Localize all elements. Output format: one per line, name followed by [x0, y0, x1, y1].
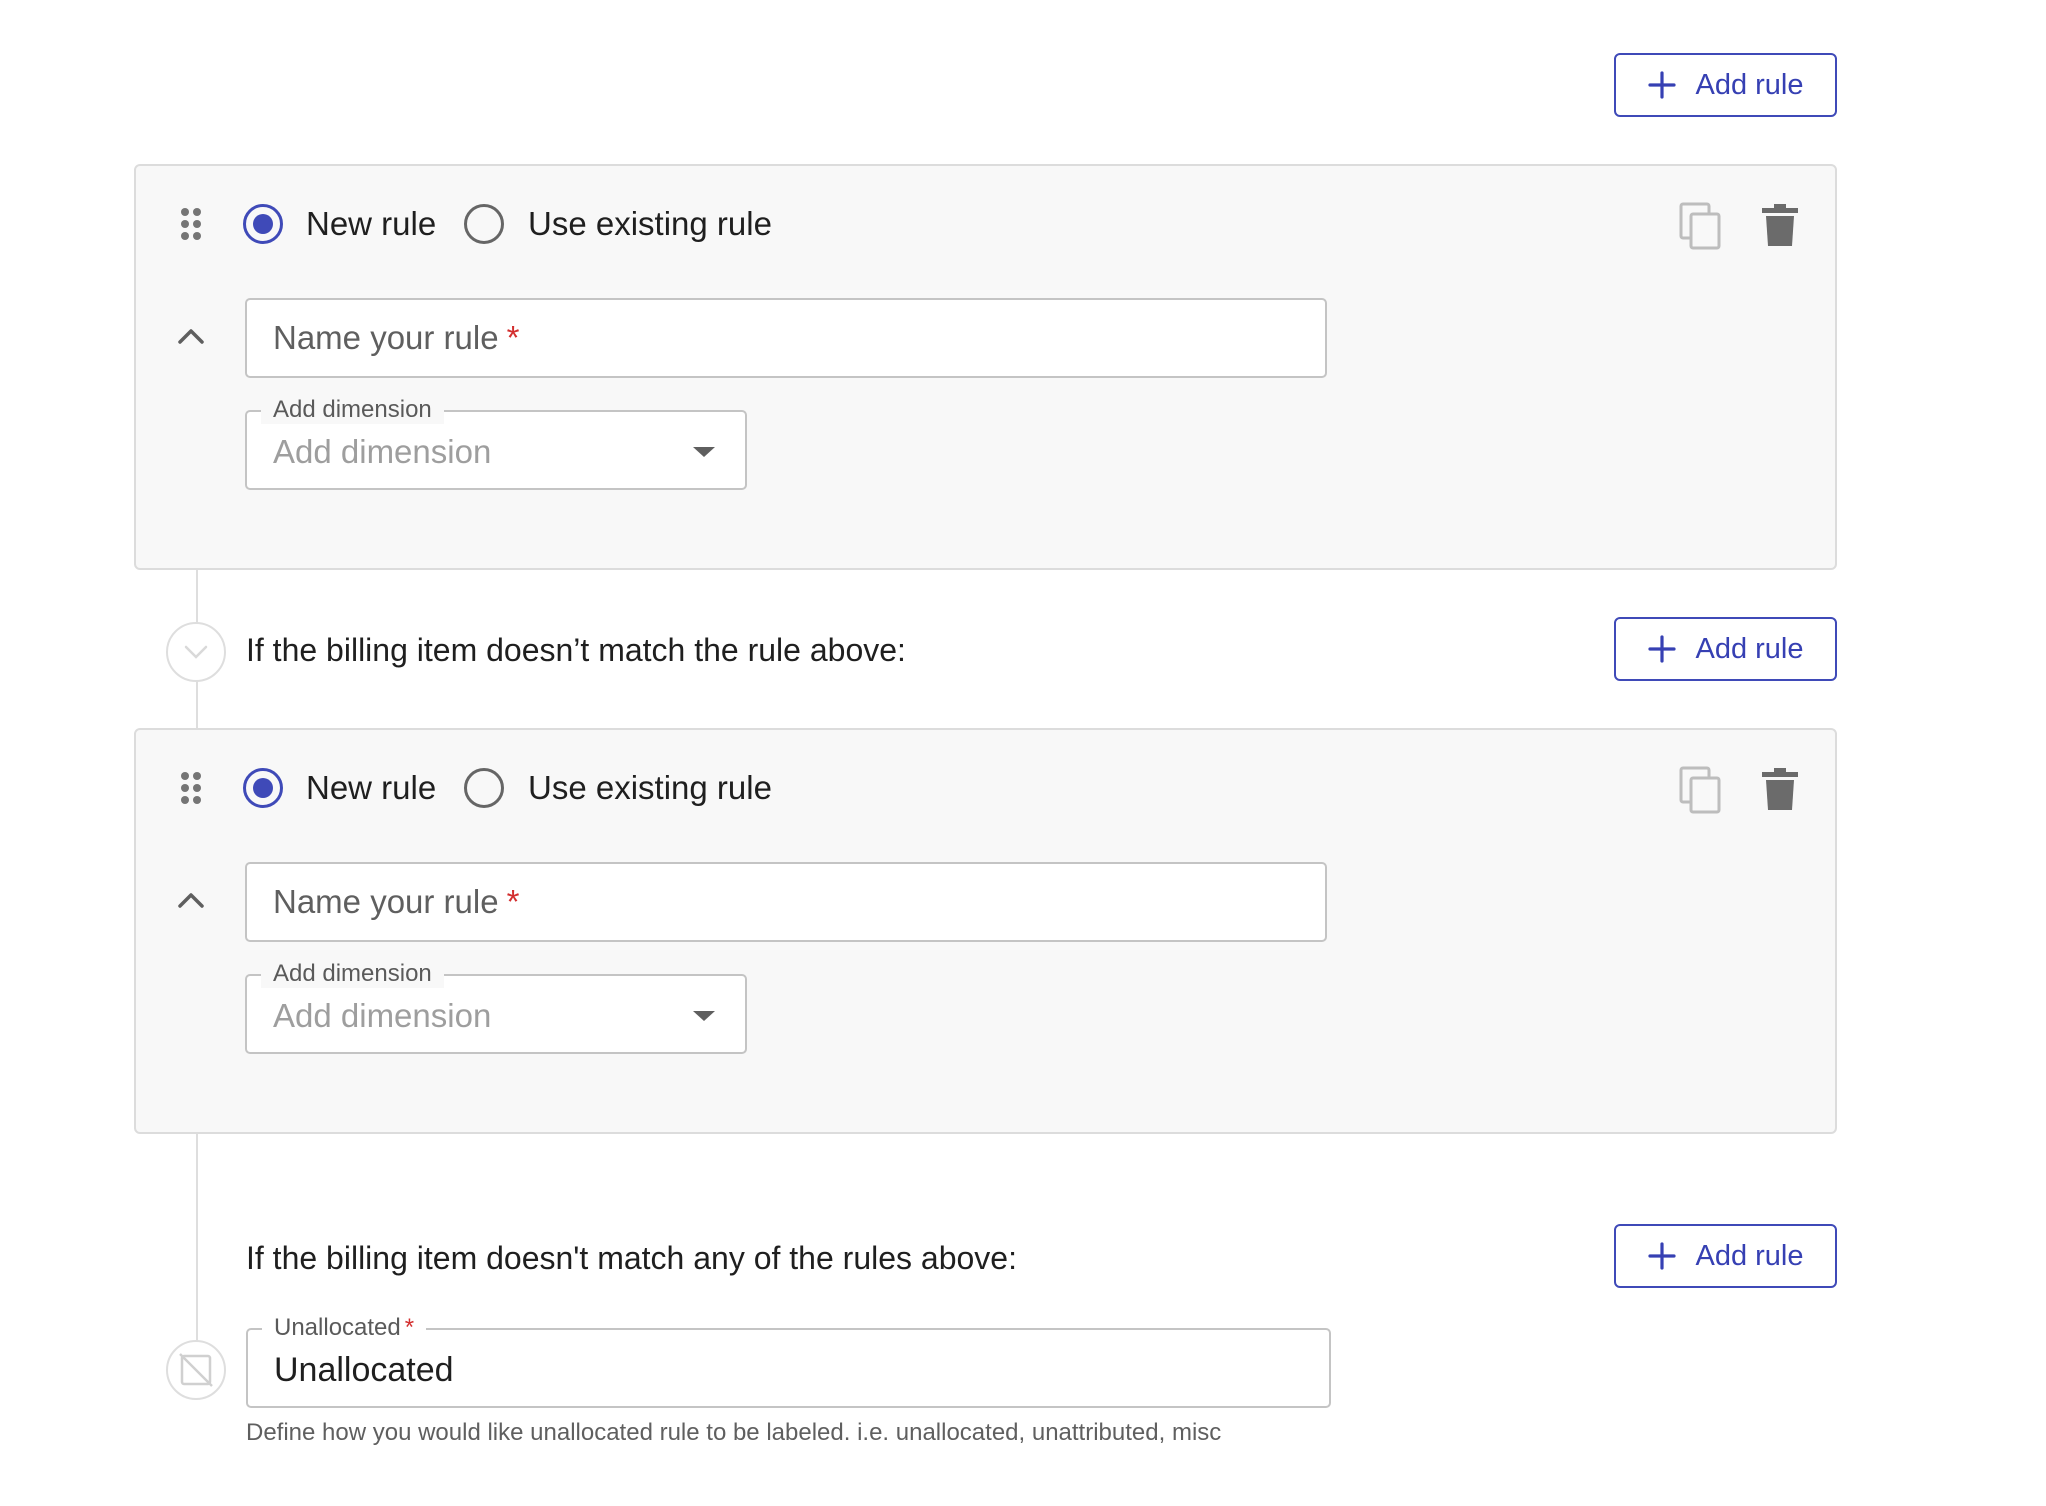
- connector-line: [196, 1134, 198, 1346]
- add-dimension-label: Add dimension: [261, 396, 444, 424]
- add-dimension-placeholder: Add dimension: [273, 997, 492, 1034]
- rule-card-2: New rule Use existing rule Name your rul…: [134, 728, 1837, 1134]
- unallocated-circle: [166, 1340, 226, 1400]
- add-dimension-select[interactable]: Add dimension Add dimension: [245, 960, 747, 1054]
- required-asterisk: *: [506, 319, 520, 356]
- add-dimension-label: Add dimension: [261, 960, 444, 988]
- radio-new-rule-label[interactable]: New rule: [306, 768, 436, 808]
- required-asterisk: *: [404, 1314, 415, 1341]
- trash-icon[interactable]: [1762, 768, 1798, 810]
- drag-handle-icon[interactable]: [179, 206, 203, 242]
- rule-name-placeholder: Name your rule: [273, 319, 499, 356]
- rule-name-placeholder: Name your rule: [273, 883, 499, 920]
- copy-icon[interactable]: [1679, 202, 1723, 250]
- fallback-text: If the billing item doesn't match any of…: [246, 1240, 1017, 1276]
- plus-icon: [1648, 1242, 1677, 1270]
- unallocated-field-label: Unallocated *: [262, 1314, 427, 1342]
- required-asterisk: *: [506, 883, 520, 920]
- rule-card-1: New rule Use existing rule Name your rul…: [134, 164, 1837, 570]
- add-rule-label: Add rule: [1695, 632, 1804, 665]
- unallocated-helper-text: Define how you would like unallocated ru…: [246, 1419, 1222, 1446]
- unallocated-icon: [179, 1353, 213, 1387]
- add-rule-button-middle[interactable]: Add rule: [1614, 617, 1837, 681]
- rule-name-input[interactable]: Name your rule *: [245, 862, 1327, 942]
- radio-new-rule-label[interactable]: New rule: [306, 204, 436, 244]
- add-rule-button-bottom[interactable]: Add rule: [1614, 1224, 1837, 1288]
- plus-icon: [1648, 635, 1677, 663]
- radio-use-existing-rule[interactable]: [464, 768, 504, 808]
- rule-name-input[interactable]: Name your rule *: [245, 298, 1327, 378]
- dropdown-arrow-icon: [693, 1011, 715, 1021]
- chevron-up-icon[interactable]: [176, 326, 206, 346]
- add-dimension-select[interactable]: Add dimension Add dimension: [245, 396, 747, 490]
- add-rule-label: Add rule: [1695, 1239, 1804, 1272]
- plus-icon: [1648, 71, 1677, 99]
- unallocated-field[interactable]: Unallocated * Unallocated: [246, 1314, 1331, 1408]
- chevron-down-icon: [184, 645, 208, 659]
- copy-icon[interactable]: [1679, 766, 1723, 814]
- radio-use-existing-rule-label[interactable]: Use existing rule: [528, 768, 772, 808]
- add-dimension-placeholder: Add dimension: [273, 433, 492, 470]
- unallocated-label-text: Unallocated: [274, 1314, 401, 1341]
- drag-handle-icon[interactable]: [179, 770, 203, 806]
- connector-circle: [166, 622, 226, 682]
- dropdown-arrow-icon: [693, 447, 715, 457]
- unallocated-field-value[interactable]: Unallocated: [274, 1350, 454, 1390]
- add-rule-label: Add rule: [1695, 68, 1804, 101]
- add-rule-button-top[interactable]: Add rule: [1614, 53, 1837, 117]
- radio-use-existing-rule[interactable]: [464, 204, 504, 244]
- trash-icon[interactable]: [1762, 204, 1798, 246]
- connector-text: If the billing item doesn’t match the ru…: [246, 632, 906, 668]
- chevron-up-icon[interactable]: [176, 890, 206, 910]
- radio-new-rule[interactable]: [243, 768, 283, 808]
- radio-use-existing-rule-label[interactable]: Use existing rule: [528, 204, 772, 244]
- radio-new-rule[interactable]: [243, 204, 283, 244]
